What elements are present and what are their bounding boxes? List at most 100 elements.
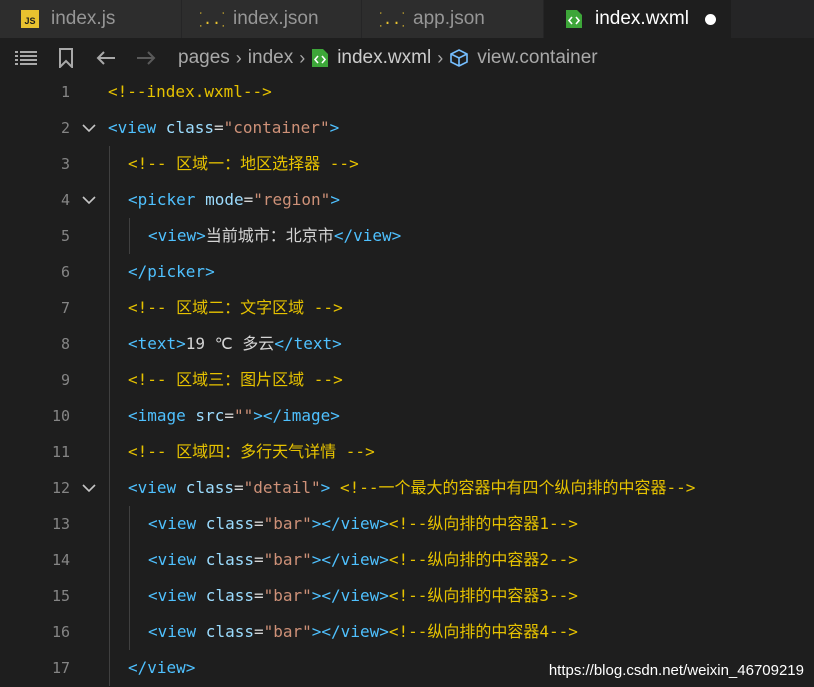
forward-arrow-icon[interactable] (126, 38, 166, 78)
code-token: class (196, 586, 254, 605)
breadcrumb-item-index[interactable]: index (248, 47, 293, 69)
code-token: class (196, 514, 254, 533)
tab-index-wxml[interactable]: index.wxml (544, 0, 732, 38)
code-line[interactable]: 14 <view class="bar"></view><!--纵向排的中容器2-… (0, 542, 814, 578)
code-line[interactable]: 5 <view>当前城市：北京市</view> (0, 218, 814, 254)
code-line[interactable]: 9 <!-- 区域三：图片区域 --> (0, 362, 814, 398)
code-text: <view class="container"> (108, 110, 339, 146)
fold-chevron-icon[interactable] (80, 110, 98, 146)
line-number: 12 (51, 479, 70, 497)
tab-label: index.js (51, 8, 116, 29)
code-token: "detail" (243, 478, 321, 497)
code-token: <picker (128, 190, 196, 209)
svg-text:{..}: {..} (200, 10, 224, 28)
line-number: 6 (60, 263, 70, 281)
fold-chevron-icon[interactable] (80, 470, 98, 506)
code-line[interactable]: 15 <view class="bar"></view><!--纵向排的中容器3-… (0, 578, 814, 614)
indent-guide (109, 182, 110, 218)
breadcrumb-item-pages[interactable]: pages (178, 47, 230, 69)
code-line[interactable]: 10 <image src=""></image> (0, 398, 814, 434)
line-number: 8 (60, 335, 70, 353)
code-token: <!--纵向排的中容器2--> (388, 550, 578, 569)
code-line[interactable]: 2 <view class="container"> (0, 110, 814, 146)
code-token: <!--index.wxml--> (108, 82, 272, 101)
line-number: 17 (51, 659, 70, 677)
code-text: <view class="bar"></view><!--纵向排的中容器1--> (148, 506, 578, 542)
line-number: 10 (51, 407, 70, 425)
code-line[interactable]: 8 <text>19 ℃ 多云</text> (0, 326, 814, 362)
code-token: <view> (148, 226, 206, 245)
code-token: <text> (128, 334, 186, 353)
code-text: <!-- 区域四：多行天气详情 --> (128, 434, 375, 470)
indent-guide (109, 398, 110, 434)
code-token: <!-- 区域一：地区选择器 --> (128, 154, 359, 173)
code-token: class (156, 118, 214, 137)
tab-index-json[interactable]: {..} index.json (182, 0, 362, 38)
code-line[interactable]: 4 <picker mode="region"> (0, 182, 814, 218)
code-text: <!-- 区域二：文字区域 --> (128, 290, 343, 326)
back-arrow-icon[interactable] (86, 38, 126, 78)
code-token: </text> (274, 334, 342, 353)
code-line[interactable]: 11 <!-- 区域四：多行天气详情 --> (0, 434, 814, 470)
indent-guide (129, 542, 130, 578)
code-token: = (253, 622, 264, 641)
code-line[interactable]: 13 <view class="bar"></view><!--纵向排的中容器1-… (0, 506, 814, 542)
code-token: "container" (223, 118, 330, 137)
code-line[interactable]: 16 <view class="bar"></view><!--纵向排的中容器4-… (0, 614, 814, 650)
code-text: <view class="bar"></view><!--纵向排的中容器2--> (148, 542, 578, 578)
code-token: <!--纵向排的中容器4--> (388, 622, 578, 641)
line-number: 16 (51, 623, 70, 641)
fold-chevron-icon[interactable] (80, 182, 98, 218)
code-token: <view (148, 586, 197, 605)
breadcrumb: pages › index › index.wxml › view.contai… (0, 38, 814, 78)
code-token: "bar" (263, 622, 312, 641)
code-token: class (196, 622, 254, 641)
chevron-right-icon: › (235, 47, 242, 68)
code-token: = (224, 406, 234, 425)
tab-bar: JS index.js {..} index.json {..} app.jso… (0, 0, 814, 38)
indent-guide (109, 290, 110, 326)
indent-guide (109, 254, 110, 290)
tab-app-json[interactable]: {..} app.json (362, 0, 544, 38)
code-token: <!--一个最大的容器中有四个纵向排的中容器--> (339, 478, 696, 497)
code-line[interactable]: 6 </picker> (0, 254, 814, 290)
tab-index-js[interactable]: JS index.js (0, 0, 182, 38)
breadcrumb-item-symbol[interactable]: view.container (477, 47, 597, 69)
indent-guide (109, 578, 110, 614)
code-line[interactable]: 7 <!-- 区域二：文字区域 --> (0, 290, 814, 326)
code-line[interactable]: 1 <!--index.wxml--> (0, 74, 814, 110)
js-file-icon: JS (18, 8, 42, 30)
indent-guide (109, 434, 110, 470)
code-line[interactable]: 3 <!-- 区域一：地区选择器 --> (0, 146, 814, 182)
tab-label: app.json (413, 8, 485, 29)
code-token: = (253, 550, 264, 569)
code-token: <!-- 区域二：文字区域 --> (128, 298, 343, 317)
code-token: 19 ℃ 多云 (185, 334, 275, 353)
code-text: <!-- 区域三：图片区域 --> (128, 362, 343, 398)
code-editor[interactable]: 1 <!--index.wxml--> 2 <view class="containe… (0, 74, 814, 687)
outline-list-icon[interactable] (6, 38, 46, 78)
json-file-icon: {..} (200, 8, 224, 30)
svg-text:JS: JS (24, 16, 35, 26)
line-number: 4 (60, 191, 70, 209)
code-token: src (185, 406, 225, 425)
cube-symbol-icon (449, 48, 469, 68)
code-token: <view (148, 514, 197, 533)
code-token: <view (108, 118, 157, 137)
indent-guide (109, 218, 110, 254)
tab-label: index.json (233, 8, 319, 29)
code-text: <!--index.wxml--> (108, 74, 272, 110)
breadcrumb-item-file[interactable]: index.wxml (337, 47, 431, 69)
bookmark-icon[interactable] (46, 38, 86, 78)
code-text: <view class="detail"> <!--一个最大的容器中有四个纵向排… (128, 470, 695, 506)
code-token: 当前城市：北京市 (205, 226, 334, 245)
code-token: "bar" (263, 586, 312, 605)
code-line[interactable]: 12 <view class="detail"> <!--一个最大的容器中有四个纵… (0, 470, 814, 506)
code-token: ></view> (311, 550, 389, 569)
code-token: = (213, 118, 224, 137)
code-text: <image src=""></image> (128, 398, 340, 434)
unsaved-dot-icon[interactable] (704, 13, 716, 25)
code-text: <view>当前城市：北京市</view> (148, 218, 401, 254)
code-text: </picker> (128, 254, 215, 290)
